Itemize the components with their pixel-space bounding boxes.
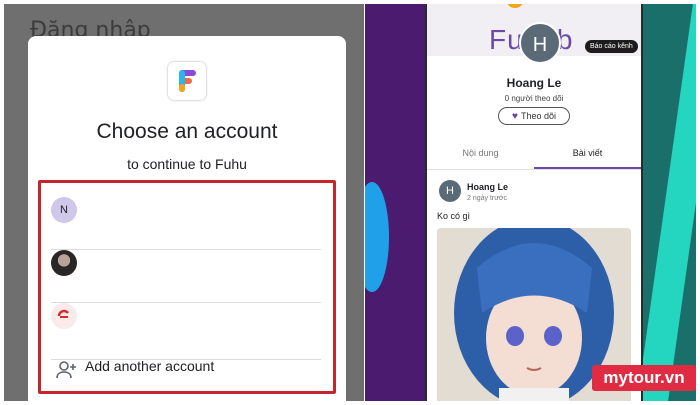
post-avatar: H: [439, 180, 461, 202]
post-time: 2 ngày trước: [467, 195, 508, 202]
active-tab-indicator: [534, 167, 641, 169]
dialog-subtitle: to continue to Fuhu: [127, 156, 247, 172]
follower-count: 0 người theo dõi: [504, 94, 564, 103]
add-person-icon: [56, 361, 76, 379]
screenshot-frame: Đăng nhập Choose an account to continue …: [0, 0, 700, 405]
heart-icon: ♥: [512, 111, 518, 122]
fuhu-logo-icon: [168, 62, 206, 100]
account-avatar: N: [51, 197, 77, 223]
add-account-button[interactable]: Add another account: [41, 346, 333, 399]
follow-button[interactable]: ♥ Theo dõi: [498, 107, 570, 125]
account-list-highlight: N Add another account: [38, 180, 336, 394]
add-account-label: Add another account: [85, 358, 215, 374]
tab-divider: [427, 169, 641, 170]
report-channel-button[interactable]: Báo cáo kênh: [585, 40, 638, 53]
account-item[interactable]: N: [41, 183, 333, 250]
account-avatar-logo: [51, 303, 77, 329]
login-screen: Đăng nhập Choose an account to continue …: [4, 4, 364, 401]
post-author[interactable]: Hoang Le: [467, 182, 508, 192]
profile-name: Hoang Le: [506, 76, 562, 90]
tab-posts[interactable]: Bài viết: [534, 148, 641, 158]
profile-avatar: H: [519, 22, 561, 64]
tab-content[interactable]: Nội dung: [427, 148, 534, 158]
account-avatar-photo: [51, 250, 77, 276]
dialog-title: Choose an account: [96, 120, 278, 143]
phone-screen: Fuhub Báo cáo kênh H Hoang Le 0 người th…: [425, 4, 643, 401]
profile-tabs: Nội dung Bài viết: [427, 148, 641, 170]
decor-blue: [365, 182, 389, 292]
account-chooser-dialog: Choose an account to continue to Fuhu N: [28, 36, 346, 401]
decor-orange: [507, 4, 523, 8]
account-item[interactable]: [41, 236, 333, 303]
post-text: Ko có gì: [437, 211, 471, 221]
profile-screen: Fuhub Báo cáo kênh H Hoang Le 0 người th…: [365, 4, 696, 401]
account-item[interactable]: [41, 289, 333, 360]
follow-button-label: Theo dõi: [520, 111, 556, 121]
mytour-watermark: mytour.vn: [592, 365, 696, 391]
